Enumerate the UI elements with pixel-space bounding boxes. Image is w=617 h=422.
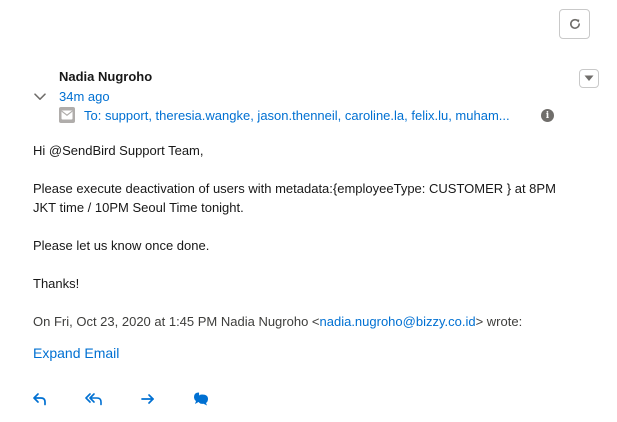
forward-icon <box>141 394 154 404</box>
email-actions-dropdown[interactable] <box>579 69 599 88</box>
email-icon <box>59 107 75 123</box>
refresh-icon <box>569 18 580 29</box>
reply-button[interactable] <box>31 390 49 408</box>
chat-icon <box>194 392 208 406</box>
quoted-header-prefix: On Fri, Oct 23, 2020 at 1:45 PM Nadia Nu… <box>33 314 320 329</box>
chevron-down-icon <box>34 93 46 100</box>
quoted-header-suffix: > wrote: <box>475 314 523 329</box>
chat-button[interactable] <box>192 390 210 408</box>
timestamp: 34m ago <box>59 89 110 104</box>
refresh-button[interactable] <box>559 9 590 39</box>
sender-name[interactable]: Nadia Nugroho <box>59 69 152 84</box>
info-icon[interactable]: i <box>541 109 554 122</box>
recipients[interactable]: To: support, theresia.wangke, jason.then… <box>84 108 510 123</box>
forward-button[interactable] <box>139 390 157 408</box>
expand-email-link[interactable]: Expand Email <box>33 345 119 361</box>
reply-all-button[interactable] <box>85 390 103 408</box>
reply-icon <box>33 393 46 406</box>
reply-all-icon <box>85 393 102 406</box>
email-closing: Thanks! <box>33 276 80 291</box>
email-greeting: Hi @SendBird Support Team, <box>33 143 204 158</box>
email-body-paragraph: Please let us know once done. <box>33 238 210 253</box>
quoted-header: On Fri, Oct 23, 2020 at 1:45 PM Nadia Nu… <box>33 314 522 329</box>
collapse-toggle[interactable] <box>33 90 47 104</box>
caret-down-icon <box>584 75 594 81</box>
email-body-line: Please execute deactivation of users wit… <box>33 181 556 196</box>
email-body-line: JKT time / 10PM Seoul Time tonight. <box>33 200 244 215</box>
sender-email-link[interactable]: nadia.nugroho@bizzy.co.id <box>320 314 476 329</box>
